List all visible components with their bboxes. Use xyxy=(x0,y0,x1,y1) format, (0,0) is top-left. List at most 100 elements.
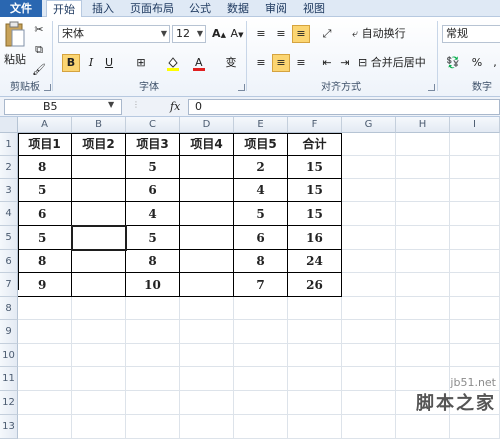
cell-e9[interactable] xyxy=(234,320,288,344)
cell-f10[interactable] xyxy=(288,344,342,367)
cell-d7[interactable] xyxy=(180,273,234,297)
cell-i2[interactable] xyxy=(450,156,500,179)
cell-c11[interactable] xyxy=(126,367,180,391)
row-header-12[interactable]: 12 xyxy=(0,391,18,415)
table-header-cell[interactable]: 项目4 xyxy=(180,133,234,156)
cell-h1[interactable] xyxy=(396,133,450,156)
cell-a8[interactable] xyxy=(18,297,72,320)
shrink-font-icon[interactable]: A▼ xyxy=(228,25,246,43)
cell-i3[interactable] xyxy=(450,179,500,202)
cell-g6[interactable] xyxy=(342,250,396,273)
cell-i1[interactable] xyxy=(450,133,500,156)
align-right-icon[interactable]: ≡ xyxy=(292,54,310,72)
cell-h7[interactable] xyxy=(396,273,450,297)
table-header-cell[interactable]: 项目2 xyxy=(72,133,126,156)
cell-f11[interactable] xyxy=(288,367,342,391)
decrease-indent-icon[interactable]: ⇤ xyxy=(318,54,336,72)
accounting-format-icon[interactable]: 💱 xyxy=(444,54,462,72)
cell-g2[interactable] xyxy=(342,156,396,179)
cell-a5[interactable]: 5 xyxy=(18,226,72,250)
font-name-select[interactable]: 宋体 ▼ xyxy=(58,25,170,43)
cell-i5[interactable] xyxy=(450,226,500,250)
cell-d8[interactable] xyxy=(180,297,234,320)
cell-d3[interactable] xyxy=(180,179,234,202)
cell-f4[interactable]: 15 xyxy=(288,202,342,226)
cell-h4[interactable] xyxy=(396,202,450,226)
comma-button[interactable]: , xyxy=(486,54,500,72)
cell-f12[interactable] xyxy=(288,391,342,415)
row-header-10[interactable]: 10 xyxy=(0,344,18,367)
tab-data[interactable]: 数据 xyxy=(222,0,254,17)
row-header-4[interactable]: 4 xyxy=(0,202,18,226)
font-launcher-icon[interactable] xyxy=(238,84,245,91)
underline-button[interactable]: U xyxy=(100,54,118,72)
cell-g9[interactable] xyxy=(342,320,396,344)
cell-a6[interactable]: 8 xyxy=(18,250,72,273)
paste-button[interactable]: 粘贴 xyxy=(3,20,27,66)
tab-insert[interactable]: 插入 xyxy=(86,0,120,17)
cell-d9[interactable] xyxy=(180,320,234,344)
cell-c12[interactable] xyxy=(126,391,180,415)
column-header-f[interactable]: F xyxy=(288,117,342,133)
worksheet-grid[interactable]: ABCDEFGHI 1 2 3 4 5 6 7 8 9 10 11 12 13 项目1 项目2 项目3 项目4… xyxy=(0,117,500,439)
cell-i4[interactable] xyxy=(450,202,500,226)
clipboard-launcher-icon[interactable] xyxy=(44,84,51,91)
cell-d6[interactable] xyxy=(180,250,234,273)
cell-d10[interactable] xyxy=(180,344,234,367)
table-header-cell[interactable]: 项目5 xyxy=(234,133,288,156)
increase-indent-icon[interactable]: ⇥ xyxy=(336,54,354,72)
fill-color-icon[interactable] xyxy=(164,54,182,72)
row-header-2[interactable]: 2 xyxy=(0,156,18,179)
row-header-1[interactable]: 1 xyxy=(0,133,18,156)
row-header-3[interactable]: 3 xyxy=(0,179,18,202)
percent-button[interactable]: % xyxy=(468,54,486,72)
cell-b2[interactable] xyxy=(72,156,126,179)
cell-e5[interactable]: 6 xyxy=(234,226,288,250)
number-format-select[interactable]: 常规 xyxy=(442,25,500,43)
cell-e7[interactable]: 7 xyxy=(234,273,288,297)
cell-i10[interactable] xyxy=(450,344,500,367)
tab-file[interactable]: 文件 xyxy=(0,0,42,17)
cell-f9[interactable] xyxy=(288,320,342,344)
cell-c9[interactable] xyxy=(126,320,180,344)
cell-b4[interactable] xyxy=(72,202,126,226)
cell-c3[interactable]: 6 xyxy=(126,179,180,202)
cell-c10[interactable] xyxy=(126,344,180,367)
cell-b9[interactable] xyxy=(72,320,126,344)
column-header-h[interactable]: H xyxy=(396,117,450,133)
cell-c6[interactable]: 8 xyxy=(126,250,180,273)
align-middle-icon[interactable]: ≡ xyxy=(272,25,290,43)
merge-center-button[interactable]: ⊟ 合并后居中 xyxy=(358,54,434,72)
tab-review[interactable]: 审阅 xyxy=(260,0,292,17)
table-header-cell[interactable]: 项目1 xyxy=(18,133,72,156)
cell-i8[interactable] xyxy=(450,297,500,320)
select-all-corner[interactable] xyxy=(0,117,18,133)
cell-h10[interactable] xyxy=(396,344,450,367)
table-header-cell[interactable]: 合计 xyxy=(288,133,342,156)
column-header-b[interactable]: B xyxy=(72,117,126,133)
cell-f2[interactable]: 15 xyxy=(288,156,342,179)
cell-a7[interactable]: 9 xyxy=(18,273,72,297)
tab-formulas[interactable]: 公式 xyxy=(184,0,216,17)
cell-e11[interactable] xyxy=(234,367,288,391)
tab-page-layout[interactable]: 页面布局 xyxy=(124,0,180,17)
insert-function-button[interactable]: fx xyxy=(170,99,182,115)
wrap-text-button[interactable]: ⤶ 自动换行 xyxy=(352,25,418,43)
cell-f3[interactable]: 15 xyxy=(288,179,342,202)
tab-view[interactable]: 视图 xyxy=(298,0,330,17)
row-header-11[interactable]: 11 xyxy=(0,367,18,391)
formula-input[interactable]: 0 xyxy=(188,99,500,115)
row-header-9[interactable]: 9 xyxy=(0,320,18,344)
cell-g4[interactable] xyxy=(342,202,396,226)
cell-b3[interactable] xyxy=(72,179,126,202)
copy-icon[interactable]: ⧉ xyxy=(30,41,48,59)
table-header-cell[interactable]: 项目3 xyxy=(126,133,180,156)
format-painter-icon[interactable]: 🖌 xyxy=(30,61,48,79)
cell-i7[interactable] xyxy=(450,273,500,297)
cell-g5[interactable] xyxy=(342,226,396,250)
cell-a11[interactable] xyxy=(18,367,72,391)
row-header-8[interactable]: 8 xyxy=(0,297,18,320)
cell-h8[interactable] xyxy=(396,297,450,320)
cell-d2[interactable] xyxy=(180,156,234,179)
cell-a2[interactable]: 8 xyxy=(18,156,72,179)
